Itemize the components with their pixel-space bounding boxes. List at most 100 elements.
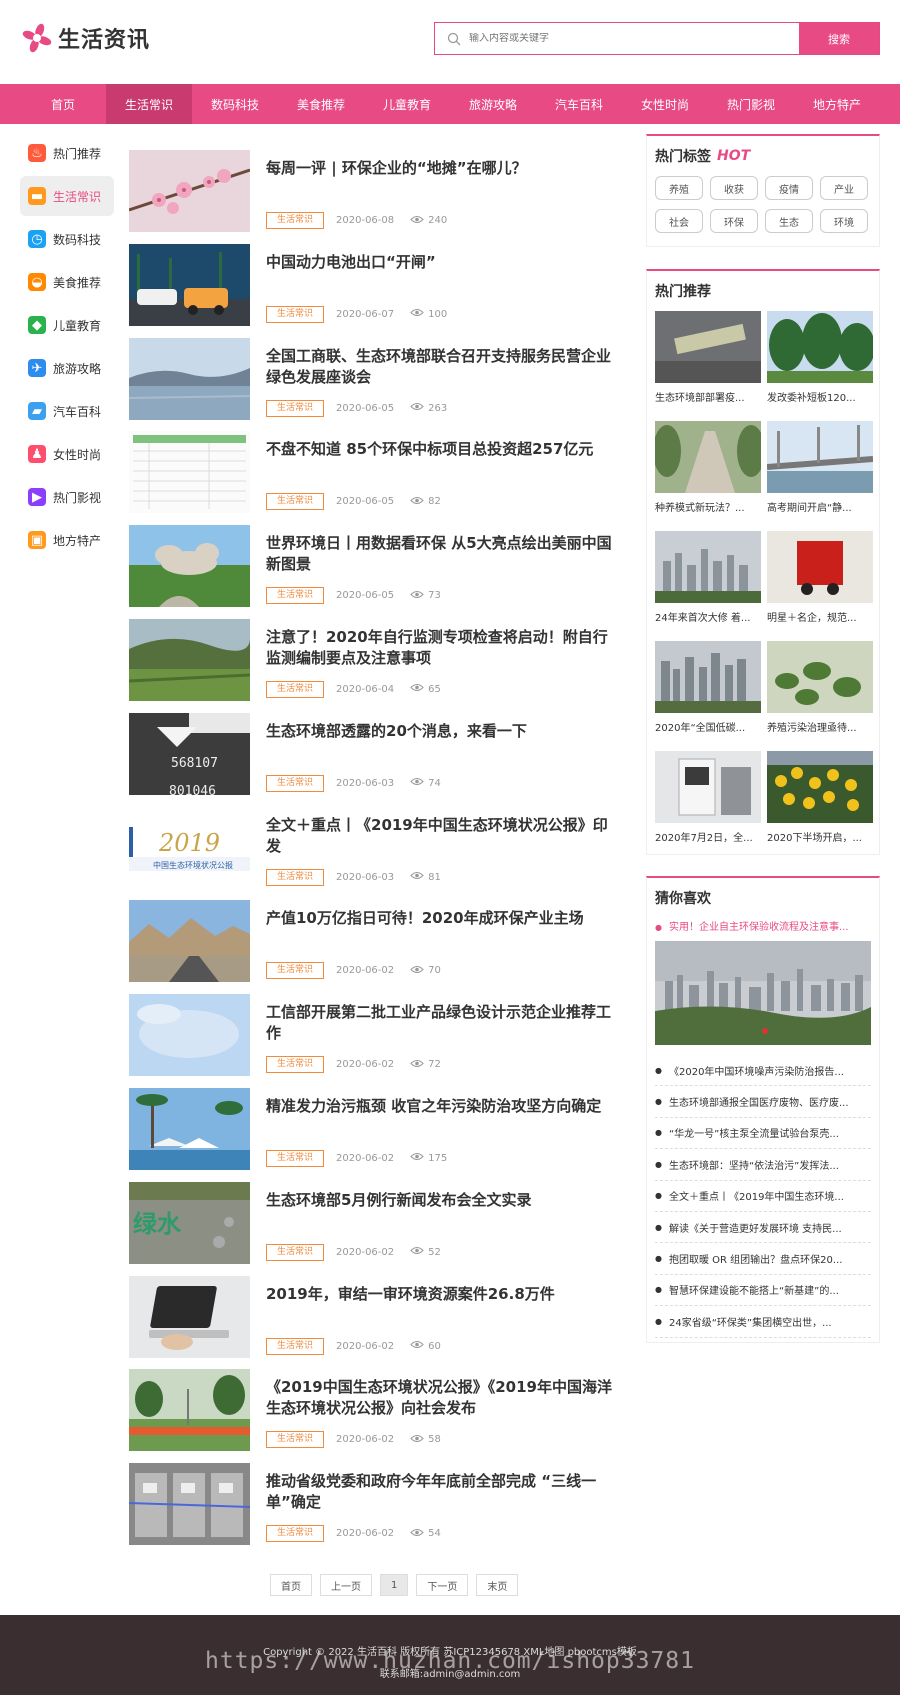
sidebar-item[interactable]: ✈ 旅游攻略	[20, 348, 114, 388]
recommend-item[interactable]: 生态环境部部署疫...	[655, 311, 761, 419]
article-item[interactable]: 绿水 生态环境部5月例行新闻发布会全文实录 生活常识 2020-06-02 52	[129, 1181, 619, 1276]
category-tag[interactable]: 生活常识	[266, 1431, 325, 1449]
category-tag[interactable]: 生活常识	[266, 1056, 325, 1074]
category-tag[interactable]: 生活常识	[266, 774, 325, 792]
category-tag[interactable]: 生活常识	[266, 1243, 325, 1261]
category-tag[interactable]: 生活常识	[266, 305, 325, 323]
recommend-caption[interactable]: 发改委补短板120...	[767, 389, 873, 404]
recommend-thumbnail[interactable]	[767, 531, 873, 603]
article-thumbnail[interactable]	[129, 994, 250, 1077]
article-item[interactable]: 568107 801046 生态环境部透露的20个消息，来看一下 生活常识 2020-0…	[129, 712, 619, 807]
article-item[interactable]: 世界环境日丨用数据看环保 从5大亮点绘出美丽中国新图景 生活常识 2020-06-0…	[129, 525, 619, 619]
hot-tag-button[interactable]: 收获	[710, 176, 758, 200]
hot-tag-button[interactable]: 环保	[710, 209, 758, 233]
article-title[interactable]: 产值10万亿指日可待！2020年成环保产业主场	[266, 908, 616, 929]
recommend-caption[interactable]: 2020年7月2日，全...	[655, 829, 761, 844]
sidebar-item[interactable]: ▰ 汽车百科	[20, 391, 114, 431]
category-tag[interactable]: 生活常识	[266, 962, 325, 980]
recommend-caption[interactable]: 养殖污染治理亟待...	[767, 719, 873, 734]
recommend-item[interactable]: 2020下半场开启，...	[767, 751, 873, 859]
pager-first[interactable]: 首页	[270, 1574, 312, 1596]
recommend-item[interactable]: 高考期间开启“静...	[767, 421, 873, 529]
sidebar-item[interactable]: ▶ 热门影视	[20, 477, 114, 517]
article-item[interactable]: 2019年，审结一审环境资源案件26.8万件 生活常识 2020-06-02 60	[129, 1275, 619, 1370]
article-thumbnail[interactable]: 568107 801046	[129, 712, 250, 795]
article-item[interactable]: 全国工商联、生态环境部联合召开支持服务民营企业绿色发展座谈会 生活常识 2020-0…	[129, 337, 619, 432]
article-title[interactable]: 2019年，审结一审环境资源案件26.8万件	[266, 1284, 616, 1305]
guess-list-item[interactable]: ● 生态环境部通报全国医疗废物、医疗废...	[655, 1086, 871, 1118]
nav-item[interactable]: 旅游攻略	[450, 84, 536, 124]
pager-next[interactable]: 下一页	[416, 1574, 469, 1596]
article-thumbnail[interactable]	[129, 1275, 250, 1358]
article-title[interactable]: 全国工商联、生态环境部联合召开支持服务民营企业绿色发展座谈会	[266, 346, 616, 388]
recommend-item[interactable]: 2020年7月2日，全...	[655, 751, 761, 859]
site-logo[interactable]: 生活资讯	[22, 22, 150, 54]
sidebar-item[interactable]: ▣ 地方特产	[20, 520, 114, 560]
recommend-thumbnail[interactable]	[655, 641, 761, 713]
nav-item[interactable]: 热门影视	[708, 84, 794, 124]
category-tag[interactable]: 生活常识	[266, 212, 325, 229]
nav-item[interactable]: 生活常识	[106, 84, 192, 124]
recommend-caption[interactable]: 24年来首次大修 着...	[655, 609, 761, 624]
pager-prev[interactable]: 上一页	[320, 1574, 372, 1596]
pager-last[interactable]: 末页	[476, 1574, 519, 1596]
article-title[interactable]: 精准发力治污瓶颈 收官之年污染防治攻坚方向确定	[266, 1096, 616, 1117]
article-title[interactable]: 生态环境部5月例行新闻发布会全文实录	[266, 1190, 616, 1211]
sidebar-item[interactable]: ◆ 儿童教育	[20, 305, 114, 345]
recommend-thumbnail[interactable]	[767, 421, 873, 493]
article-item[interactable]: 精准发力治污瓶颈 收官之年污染防治攻坚方向确定 生活常识 2020-06-02 175	[129, 1087, 619, 1182]
hot-tag-button[interactable]: 疫情	[765, 176, 813, 200]
recommend-caption[interactable]: 明星＋名企，规范...	[767, 609, 873, 624]
nav-item[interactable]: 地方特产	[794, 84, 880, 124]
guess-featured-link[interactable]: ● 实用！企业自主环保验收流程及注意事...	[647, 908, 879, 933]
article-title[interactable]: 工信部开展第二批工业产品绿色设计示范企业推荐工作	[266, 1002, 616, 1044]
article-item[interactable]: 产值10万亿指日可待！2020年成环保产业主场 生活常识 2020-06-02 70	[129, 900, 619, 994]
guess-list-item[interactable]: ● 生态环境部：坚持“依法治污”发挥法...	[655, 1149, 871, 1181]
recommend-thumbnail[interactable]	[655, 531, 761, 603]
recommend-item[interactable]: 发改委补短板120...	[767, 311, 873, 419]
recommend-item[interactable]: 24年来首次大修 着...	[655, 531, 761, 639]
sidebar-item[interactable]: ▬ 生活常识	[20, 176, 114, 216]
sidebar-item[interactable]: ♟ 女性时尚	[20, 434, 114, 474]
nav-item[interactable]: 首页	[20, 84, 106, 124]
hot-tag-button[interactable]: 生态	[765, 209, 813, 233]
article-item[interactable]: 推动省级党委和政府今年年底前全部完成 “三线一单”确定 生活常识 2020-06-0…	[129, 1463, 619, 1557]
search-input[interactable]	[469, 33, 769, 44]
sidebar-item[interactable]: ♨ 热门推荐	[20, 133, 114, 173]
article-item[interactable]: 不盘不知道 85个环保中标项目总投资超257亿元 生活常识 2020-06-05 82	[129, 431, 619, 525]
article-thumbnail[interactable]	[129, 243, 250, 326]
recommend-thumbnail[interactable]	[767, 751, 873, 823]
article-thumbnail[interactable]	[129, 431, 250, 514]
guess-list-item[interactable]: ● 全文＋重点丨《2019年中国生态环境...	[655, 1181, 871, 1212]
article-thumbnail[interactable]	[129, 1369, 250, 1452]
article-thumbnail[interactable]: 2019 中国生态环境状况公报	[129, 806, 250, 889]
article-title[interactable]: 注意了！2020年自行监测专项检查将启动！附自行监测编制要点及注意事项	[266, 627, 616, 669]
article-item[interactable]: 《2019中国生态环境状况公报》《2019年中国海洋生态环境状况公报》向社会发布…	[129, 1369, 619, 1463]
recommend-caption[interactable]: 种养模式新玩法？...	[655, 499, 761, 514]
article-item[interactable]: 2019 中国生态环境状况公报 全文＋重点丨《2019年中国生态环境状况公报》印发生…	[129, 806, 619, 901]
hot-tag-button[interactable]: 社会	[655, 209, 703, 233]
category-tag[interactable]: 生活常识	[266, 587, 325, 605]
category-tag[interactable]: 生活常识	[266, 680, 325, 698]
recommend-item[interactable]: 养殖污染治理亟待...	[767, 641, 873, 749]
article-title[interactable]: 世界环境日丨用数据看环保 从5大亮点绘出美丽中国新图景	[266, 533, 616, 575]
recommend-caption[interactable]: 高考期间开启“静...	[767, 499, 873, 514]
nav-item[interactable]: 汽车百科	[536, 84, 622, 124]
recommend-thumbnail[interactable]	[767, 641, 873, 713]
article-item[interactable]: 工信部开展第二批工业产品绿色设计示范企业推荐工作 生活常识 2020-06-02 72	[129, 994, 619, 1088]
hot-tag-button[interactable]: 环境	[820, 209, 868, 233]
guess-list-item[interactable]: ● “华龙一号”核主泵全流量试验台泵壳...	[655, 1118, 871, 1150]
article-item[interactable]: 每周一评 | 环保企业的“地摊”在哪儿？ 生活常识 2020-06-08 240	[129, 150, 619, 244]
category-tag[interactable]: 生活常识	[266, 1525, 325, 1543]
recommend-item[interactable]: 2020年“全国低碳...	[655, 641, 761, 749]
article-thumbnail[interactable]	[129, 150, 250, 232]
article-title[interactable]: 推动省级党委和政府今年年底前全部完成 “三线一单”确定	[266, 1471, 616, 1513]
article-title[interactable]: 中国动力电池出口“开闸”	[266, 252, 616, 273]
article-title[interactable]: 全文＋重点丨《2019年中国生态环境状况公报》印发	[266, 815, 616, 857]
guess-list-item[interactable]: ● 抱团取暖 OR 组团输出？盘点环保20...	[655, 1243, 871, 1275]
guess-list-item[interactable]: ● 24家省级“环保类”集团横空出世，...	[655, 1306, 871, 1338]
nav-item[interactable]: 儿童教育	[364, 84, 450, 124]
guess-featured-image[interactable]	[655, 941, 871, 1045]
hot-tag-button[interactable]: 产业	[820, 176, 868, 200]
recommend-thumbnail[interactable]	[767, 311, 873, 383]
